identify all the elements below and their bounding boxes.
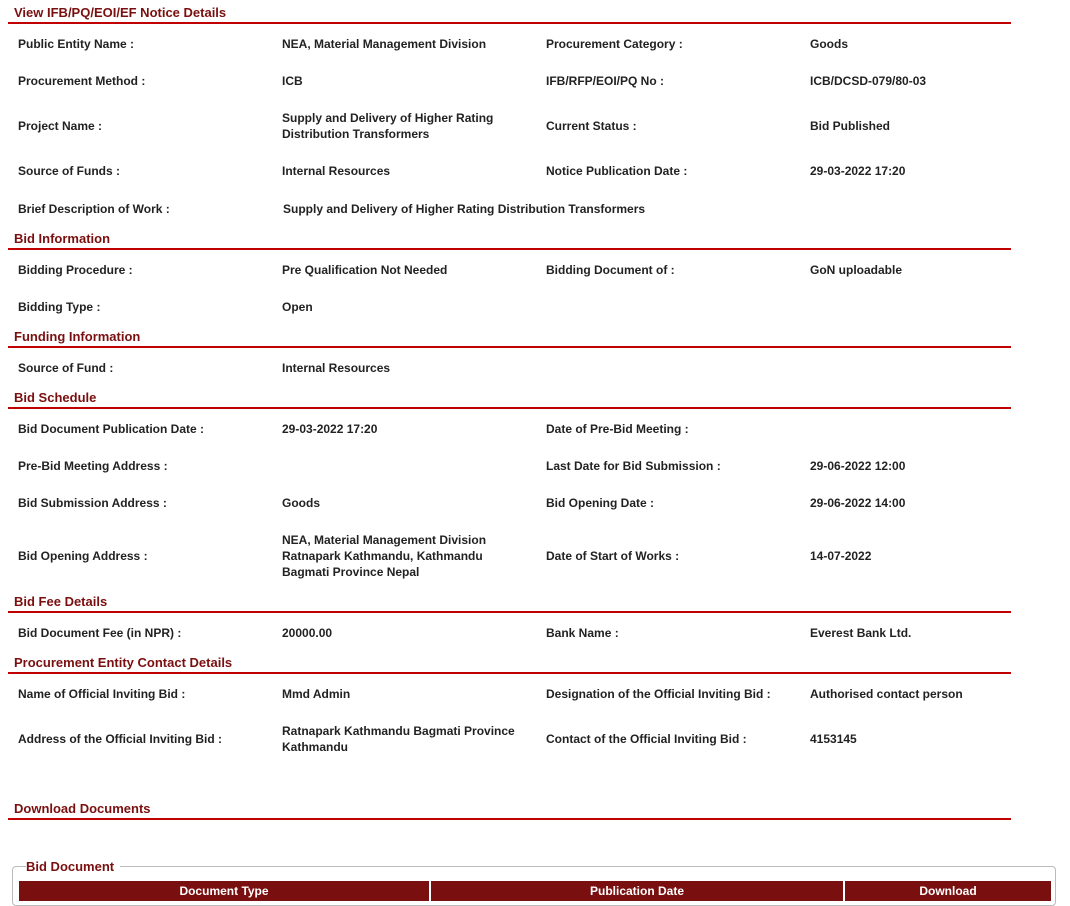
bid-schedule-title: Bid Schedule (8, 387, 1011, 409)
source-fund-label: Source of Fund : (18, 361, 114, 375)
download-section: Download Documents (8, 798, 1011, 820)
official-name-label: Name of Official Inviting Bid : (18, 687, 186, 701)
source-fund-value: Internal Resources (282, 361, 391, 375)
official-contact-label: Contact of the Official Inviting Bid : (546, 732, 747, 746)
funding-section: Funding Information (8, 326, 1011, 348)
opening-address-line2: Ratnapark Kathmandu, Kathmandu (282, 549, 483, 563)
notice-pub-date-value: 29-03-2022 17:20 (810, 164, 906, 178)
official-contact-value: 4153145 (810, 732, 857, 746)
doc-publication-date-label: Bid Document Publication Date : (18, 422, 205, 436)
submission-address-value: Goods (282, 496, 320, 510)
submission-address-label: Bid Submission Address : (18, 496, 167, 510)
official-address-label: Address of the Official Inviting Bid : (18, 732, 223, 746)
source-funds-label: Source of Funds : (18, 164, 120, 178)
download-title: Download Documents (8, 798, 1011, 820)
notice-section-title: View IFB/PQ/EOI/EF Notice Details (8, 2, 1011, 24)
bank-name-label: Bank Name : (546, 626, 619, 640)
public-entity-label: Public Entity Name : (18, 37, 135, 51)
brief-description-label: Brief Description of Work : (18, 202, 170, 216)
last-submission-date-label: Last Date for Bid Submission : (546, 459, 721, 473)
prebid-address-label: Pre-Bid Meeting Address : (18, 459, 168, 473)
contact-title: Procurement Entity Contact Details (8, 652, 1011, 674)
ifb-no-label: IFB/RFP/EOI/PQ No : (546, 74, 665, 88)
current-status-value: Bid Published (810, 119, 891, 133)
procurement-category-label: Procurement Category : (546, 37, 683, 51)
bidding-procedure-value: Pre Qualification Not Needed (282, 263, 448, 277)
bid-information-title: Bid Information (8, 228, 1011, 250)
opening-address-label: Bid Opening Address : (18, 549, 148, 563)
bidding-document-value: GoN uploadable (810, 263, 903, 277)
bid-information-section: Bid Information (8, 228, 1011, 250)
start-works-label: Date of Start of Works : (546, 549, 680, 563)
column-publication-date: Publication Date (431, 881, 845, 901)
official-name-value: Mmd Admin (282, 687, 351, 701)
bidding-type-value: Open (282, 300, 313, 314)
opening-date-value: 29-06-2022 14:00 (810, 496, 906, 510)
bidding-document-label: Bidding Document of : (546, 263, 675, 277)
funding-title: Funding Information (8, 326, 1011, 348)
column-document-type: Document Type (19, 881, 431, 901)
opening-address-value: NEA, Material Management Division Ratnap… (282, 532, 522, 580)
designation-value: Authorised contact person (810, 687, 963, 701)
bidding-procedure-label: Bidding Procedure : (18, 263, 133, 277)
current-status-label: Current Status : (546, 119, 637, 133)
doc-publication-date-value: 29-03-2022 17:20 (282, 422, 378, 436)
start-works-value: 14-07-2022 (810, 549, 872, 563)
bank-name-value: Everest Bank Ltd. (810, 626, 912, 640)
brief-description-value: Supply and Delivery of Higher Rating Dis… (283, 202, 646, 216)
doc-fee-label: Bid Document Fee (in NPR) : (18, 626, 182, 640)
prebid-date-label: Date of Pre-Bid Meeting : (546, 422, 689, 436)
project-name-label: Project Name : (18, 119, 103, 133)
bid-document-table-header: Document Type Publication Date Download (19, 881, 1051, 901)
procurement-method-label: Procurement Method : (18, 74, 146, 88)
source-funds-value: Internal Resources (282, 164, 391, 178)
contact-section: Procurement Entity Contact Details (8, 652, 1011, 674)
official-address-value: Ratnapark Kathmandu Bagmati Province Kat… (282, 724, 515, 754)
opening-date-label: Bid Opening Date : (546, 496, 654, 510)
procurement-category-value: Goods (810, 37, 848, 51)
notice-section: View IFB/PQ/EOI/EF Notice Details (8, 2, 1011, 24)
project-name-value: Supply and Delivery of Higher Rating Dis… (282, 111, 494, 141)
opening-address-line3: Bagmati Province Nepal (282, 565, 420, 579)
bidding-type-label: Bidding Type : (18, 300, 101, 314)
opening-address-line1: NEA, Material Management Division (282, 533, 487, 547)
bid-document-legend: Bid Document (26, 859, 121, 875)
bid-schedule-section: Bid Schedule (8, 387, 1011, 409)
public-entity-value: NEA, Material Management Division (282, 37, 487, 51)
doc-fee-value: 20000.00 (282, 626, 333, 640)
notice-details-page: View IFB/PQ/EOI/EF Notice Details Public… (0, 0, 1070, 906)
notice-pub-date-label: Notice Publication Date : (546, 164, 688, 178)
designation-label: Designation of the Official Inviting Bid… (546, 687, 771, 701)
column-download: Download (919, 884, 977, 898)
last-submission-date-value: 29-06-2022 12:00 (810, 459, 906, 473)
ifb-no-value: ICB/DCSD-079/80-03 (810, 74, 927, 88)
bid-fee-title: Bid Fee Details (8, 591, 1011, 613)
bid-fee-section: Bid Fee Details (8, 591, 1011, 613)
procurement-method-value: ICB (282, 74, 303, 88)
